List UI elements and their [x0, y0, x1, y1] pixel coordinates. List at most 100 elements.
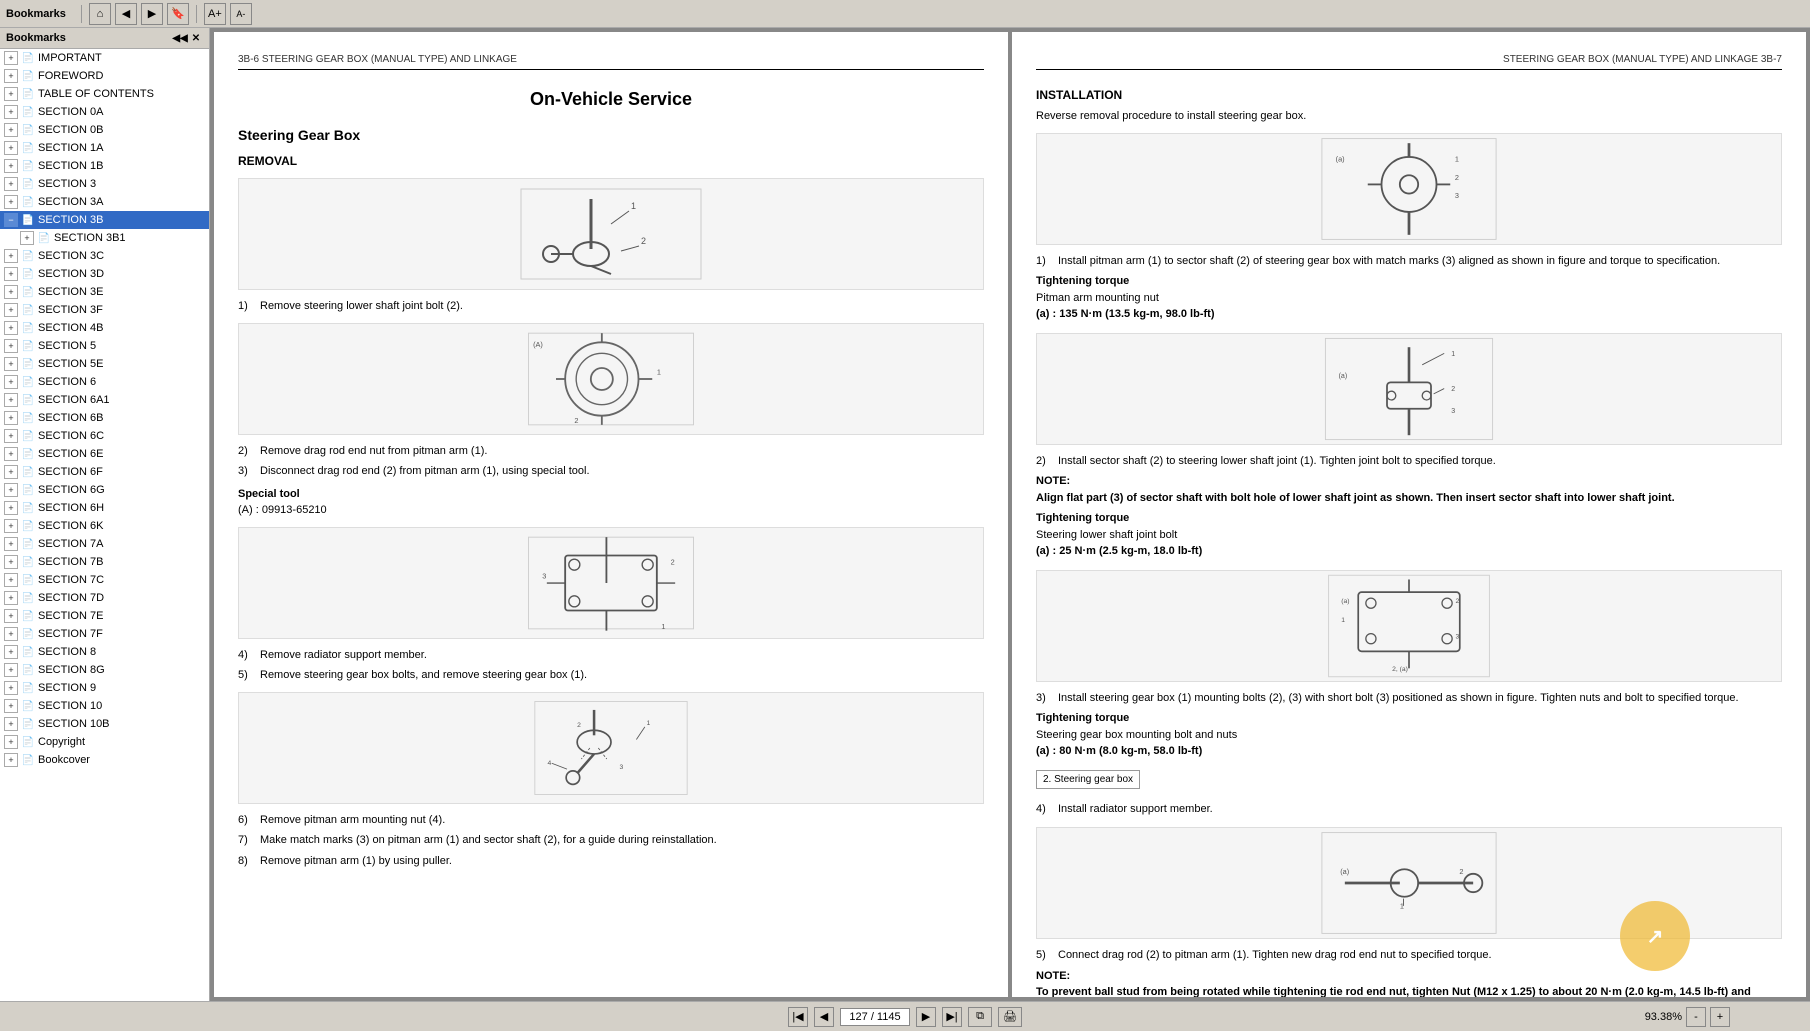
sidebar-expand-btn-35[interactable]: + — [4, 681, 18, 695]
sidebar-item-12[interactable]: +📄SECTION 3D — [0, 265, 209, 283]
sidebar-expand-btn-30[interactable]: + — [4, 591, 18, 605]
sidebar-item-15[interactable]: +📄SECTION 4B — [0, 319, 209, 337]
sidebar-item-2[interactable]: +📄TABLE OF CONTENTS — [0, 85, 209, 103]
sidebar-expand-btn-32[interactable]: + — [4, 627, 18, 641]
next-page-button[interactable]: ▶ — [916, 1007, 936, 1027]
sidebar-item-32[interactable]: +📄SECTION 7F — [0, 625, 209, 643]
sidebar-expand-btn-20[interactable]: + — [4, 411, 18, 425]
bookmark-back-button[interactable]: ◀ — [115, 3, 137, 25]
sidebar-expand-btn-28[interactable]: + — [4, 555, 18, 569]
sidebar-item-39[interactable]: +📄Bookcover — [0, 751, 209, 769]
sidebar-item-34[interactable]: +📄SECTION 8G — [0, 661, 209, 679]
sidebar-expand-btn-12[interactable]: + — [4, 267, 18, 281]
sidebar-expand-btn-19[interactable]: + — [4, 393, 18, 407]
sidebar-collapse-arrow[interactable]: ◀◀ — [173, 31, 187, 45]
sidebar-item-27[interactable]: +📄SECTION 7A — [0, 535, 209, 553]
sidebar-expand-btn-38[interactable]: + — [4, 735, 18, 749]
sidebar-item-29[interactable]: +📄SECTION 7C — [0, 571, 209, 589]
sidebar-expand-btn-4[interactable]: + — [4, 123, 18, 137]
sidebar-item-16[interactable]: +📄SECTION 5 — [0, 337, 209, 355]
sidebar-expand-btn-24[interactable]: + — [4, 483, 18, 497]
sidebar-item-0[interactable]: +📄IMPORTANT — [0, 49, 209, 67]
sidebar-expand-btn-37[interactable]: + — [4, 717, 18, 731]
sidebar-expand-btn-21[interactable]: + — [4, 429, 18, 443]
page-number-input[interactable]: 127 / 1145 — [840, 1008, 910, 1026]
sidebar-expand-btn-3[interactable]: + — [4, 105, 18, 119]
sidebar-item-8[interactable]: +📄SECTION 3A — [0, 193, 209, 211]
zoom-out-button[interactable]: - — [1686, 1007, 1706, 1027]
sidebar-item-10[interactable]: +📄SECTION 3B1 — [0, 229, 209, 247]
sidebar-item-28[interactable]: +📄SECTION 7B — [0, 553, 209, 571]
sidebar-item-24[interactable]: +📄SECTION 6G — [0, 481, 209, 499]
sidebar-item-26[interactable]: +📄SECTION 6K — [0, 517, 209, 535]
sidebar-expand-btn-33[interactable]: + — [4, 645, 18, 659]
sidebar-expand-btn-8[interactable]: + — [4, 195, 18, 209]
sidebar-item-17[interactable]: +📄SECTION 5E — [0, 355, 209, 373]
sidebar-item-label-32: SECTION 7F — [38, 628, 205, 640]
sidebar-expand-btn-29[interactable]: + — [4, 573, 18, 587]
sidebar-item-37[interactable]: +📄SECTION 10B — [0, 715, 209, 733]
sidebar-item-23[interactable]: +📄SECTION 6F — [0, 463, 209, 481]
sidebar-expand-btn-26[interactable]: + — [4, 519, 18, 533]
sidebar-item-7[interactable]: +📄SECTION 3 — [0, 175, 209, 193]
sidebar-item-19[interactable]: +📄SECTION 6A1 — [0, 391, 209, 409]
sidebar-item-25[interactable]: +📄SECTION 6H — [0, 499, 209, 517]
sidebar-item-4[interactable]: +📄SECTION 0B — [0, 121, 209, 139]
sidebar-expand-btn-10[interactable]: + — [20, 231, 34, 245]
font-decrease-button[interactable]: A- — [230, 3, 252, 25]
sidebar-expand-btn-22[interactable]: + — [4, 447, 18, 461]
copy-button[interactable]: ⧉ — [968, 1007, 992, 1027]
first-page-button[interactable]: |◀ — [788, 1007, 808, 1027]
install-step-3-text: Install steering gear box (1) mounting b… — [1058, 690, 1739, 707]
sidebar-item-31[interactable]: +📄SECTION 7E — [0, 607, 209, 625]
sidebar-expand-btn-27[interactable]: + — [4, 537, 18, 551]
zoom-in-button[interactable]: + — [1710, 1007, 1730, 1027]
sidebar-expand-btn-1[interactable]: + — [4, 69, 18, 83]
sidebar-expand-btn-14[interactable]: + — [4, 303, 18, 317]
sidebar-item-18[interactable]: +📄SECTION 6 — [0, 373, 209, 391]
sidebar-expand-btn-5[interactable]: + — [4, 141, 18, 155]
sidebar-item-6[interactable]: +📄SECTION 1B — [0, 157, 209, 175]
home-button[interactable]: ⌂ — [89, 3, 111, 25]
sidebar-expand-btn-15[interactable]: + — [4, 321, 18, 335]
step-1: 1) Remove steering lower shaft joint bol… — [238, 298, 984, 315]
add-bookmark-button[interactable]: 🔖 — [167, 3, 189, 25]
sidebar-item-9[interactable]: −📄SECTION 3B — [0, 211, 209, 229]
sidebar-expand-btn-17[interactable]: + — [4, 357, 18, 371]
sidebar-item-3[interactable]: +📄SECTION 0A — [0, 103, 209, 121]
sidebar-expand-btn-11[interactable]: + — [4, 249, 18, 263]
sidebar-item-5[interactable]: +📄SECTION 1A — [0, 139, 209, 157]
sidebar-item-30[interactable]: +📄SECTION 7D — [0, 589, 209, 607]
sidebar-expand-btn-16[interactable]: + — [4, 339, 18, 353]
bookmark-forward-button[interactable]: ▶ — [141, 3, 163, 25]
prev-page-button[interactable]: ◀ — [814, 1007, 834, 1027]
sidebar-expand-btn-13[interactable]: + — [4, 285, 18, 299]
sidebar-item-21[interactable]: +📄SECTION 6C — [0, 427, 209, 445]
sidebar-item-36[interactable]: +📄SECTION 10 — [0, 697, 209, 715]
sidebar-item-33[interactable]: +📄SECTION 8 — [0, 643, 209, 661]
sidebar-expand-btn-18[interactable]: + — [4, 375, 18, 389]
sidebar-item-22[interactable]: +📄SECTION 6E — [0, 445, 209, 463]
print-button[interactable]: 🖨 — [998, 1007, 1022, 1027]
sidebar-expand-btn-34[interactable]: + — [4, 663, 18, 677]
font-increase-button[interactable]: A+ — [204, 3, 226, 25]
sidebar-expand-btn-36[interactable]: + — [4, 699, 18, 713]
sidebar-expand-btn-7[interactable]: + — [4, 177, 18, 191]
sidebar-item-20[interactable]: +📄SECTION 6B — [0, 409, 209, 427]
last-page-button[interactable]: ▶| — [942, 1007, 962, 1027]
sidebar-expand-btn-6[interactable]: + — [4, 159, 18, 173]
sidebar-item-11[interactable]: +📄SECTION 3C — [0, 247, 209, 265]
sidebar-item-13[interactable]: +📄SECTION 3E — [0, 283, 209, 301]
sidebar-item-38[interactable]: +📄Copyright — [0, 733, 209, 751]
sidebar-item-14[interactable]: +📄SECTION 3F — [0, 301, 209, 319]
sidebar-expand-btn-2[interactable]: + — [4, 87, 18, 101]
sidebar-expand-btn-25[interactable]: + — [4, 501, 18, 515]
sidebar-close-arrow[interactable]: ✕ — [189, 31, 203, 45]
sidebar-expand-btn-31[interactable]: + — [4, 609, 18, 623]
sidebar-item-35[interactable]: +📄SECTION 9 — [0, 679, 209, 697]
sidebar-expand-btn-0[interactable]: + — [4, 51, 18, 65]
sidebar-expand-btn-39[interactable]: + — [4, 753, 18, 767]
sidebar-expand-btn-23[interactable]: + — [4, 465, 18, 479]
sidebar-item-1[interactable]: +📄FOREWORD — [0, 67, 209, 85]
sidebar-expand-btn-9[interactable]: − — [4, 213, 18, 227]
